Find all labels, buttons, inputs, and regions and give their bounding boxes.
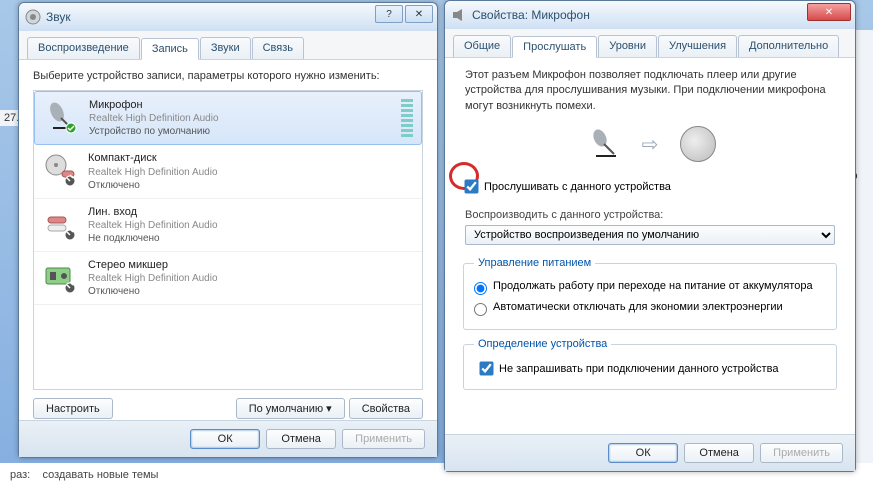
window-title: Свойства: Микрофон	[472, 8, 590, 22]
listen-diagram: ⇨	[459, 114, 841, 174]
device-driver: Realtek High Definition Audio	[89, 112, 401, 125]
power-continue-label: Продолжать работу при переходе на питани…	[493, 280, 813, 292]
device-name: Стерео микшер	[88, 258, 414, 272]
device-cd[interactable]: Компакт-диск Realtek High Definition Aud…	[34, 145, 422, 198]
device-status: Не подключено	[88, 232, 414, 245]
linein-icon	[42, 205, 78, 241]
properties-button[interactable]: Свойства	[349, 398, 423, 419]
device-status: Отключено	[88, 179, 414, 192]
apply-button[interactable]: Применить	[760, 443, 843, 463]
soundcard-icon	[42, 258, 78, 294]
help-button[interactable]: ?	[375, 5, 403, 23]
cancel-button[interactable]: Отмена	[684, 443, 754, 463]
playback-device-select[interactable]: Устройство воспроизведения по умолчанию	[465, 225, 835, 245]
apply-button[interactable]: Применить	[342, 429, 425, 449]
bg-bottom-text: создавать новые темы	[42, 469, 158, 481]
device-linein[interactable]: Лин. вход Realtek High Definition Audio …	[34, 199, 422, 252]
microphone-icon	[43, 98, 79, 134]
tab-communications[interactable]: Связь	[252, 37, 304, 59]
jack-detection-group: Определение устройства Не запрашивать пр…	[463, 338, 837, 390]
window-mic-properties: Свойства: Микрофон ✕ Общие Прослушать Ур…	[444, 0, 856, 472]
tab-advanced[interactable]: Дополнительно	[738, 35, 839, 57]
tabs-props: Общие Прослушать Уровни Улучшения Дополн…	[445, 29, 855, 58]
detection-checkbox-label: Не запрашивать при подключении данного у…	[499, 363, 778, 375]
arrow-icon: ⇨	[642, 132, 659, 157]
device-status: Устройство по умолчанию	[89, 125, 401, 138]
tab-recording[interactable]: Запись	[141, 38, 199, 60]
tab-listen[interactable]: Прослушать	[512, 36, 597, 58]
recording-instruction: Выберите устройство записи, параметры ко…	[33, 70, 423, 82]
tab-general[interactable]: Общие	[453, 35, 511, 57]
cd-icon	[42, 151, 78, 187]
device-driver: Realtek High Definition Audio	[88, 272, 414, 285]
device-microphone[interactable]: Микрофон Realtek High Definition Audio У…	[34, 91, 422, 145]
ok-button[interactable]: ОК	[608, 443, 678, 463]
speaker-device-icon	[680, 126, 716, 162]
speaker-icon	[451, 7, 467, 23]
close-button[interactable]: ✕	[807, 3, 851, 21]
tab-levels[interactable]: Уровни	[598, 35, 657, 57]
tab-playback[interactable]: Воспроизведение	[27, 37, 140, 59]
level-meter	[401, 98, 413, 138]
detection-legend: Определение устройства	[474, 338, 611, 350]
listen-checkbox[interactable]	[464, 180, 478, 194]
titlebar-sound[interactable]: Звук ? ✕	[19, 3, 437, 31]
device-list[interactable]: Микрофон Realtek High Definition Audio У…	[33, 90, 423, 390]
device-name: Компакт-диск	[88, 151, 414, 165]
power-management-group: Управление питанием Продолжать работу пр…	[463, 257, 837, 330]
detection-checkbox[interactable]	[479, 362, 493, 376]
device-driver: Realtek High Definition Audio	[88, 166, 414, 179]
ok-button[interactable]: ОК	[190, 429, 260, 449]
power-continue-radio[interactable]	[474, 282, 487, 295]
playback-through-label: Воспроизводить с данного устройства:	[459, 205, 841, 223]
listen-checkbox-row: Прослушивать с данного устройства	[459, 176, 841, 197]
tab-enhancements[interactable]: Улучшения	[658, 35, 737, 57]
set-default-button[interactable]: По умолчанию ▾	[236, 398, 345, 419]
window-title: Звук	[46, 10, 71, 24]
close-button[interactable]: ✕	[405, 5, 433, 23]
bg-raz: раз:	[10, 469, 30, 481]
power-legend: Управление питанием	[474, 257, 595, 269]
power-auto-radio[interactable]	[474, 303, 487, 316]
microphone-icon	[584, 126, 620, 162]
configure-button[interactable]: Настроить	[33, 398, 113, 419]
device-stereomix[interactable]: Стерео микшер Realtek High Definition Au…	[34, 252, 422, 305]
device-name: Микрофон	[89, 98, 401, 112]
device-driver: Realtek High Definition Audio	[88, 219, 414, 232]
listen-description: Этот разъем Микрофон позволяет подключат…	[459, 68, 841, 114]
power-auto-label: Автоматически отключать для экономии эле…	[493, 301, 783, 313]
sound-icon	[25, 9, 41, 25]
dialog-footer: ОК Отмена Применить	[445, 434, 855, 471]
tab-sounds[interactable]: Звуки	[200, 37, 251, 59]
titlebar-props[interactable]: Свойства: Микрофон ✕	[445, 1, 855, 29]
tabs-sound: Воспроизведение Запись Звуки Связь	[19, 31, 437, 60]
device-name: Лин. вход	[88, 205, 414, 219]
listen-checkbox-label: Прослушивать с данного устройства	[484, 181, 671, 193]
device-status: Отключено	[88, 285, 414, 298]
dialog-footer: ОК Отмена Применить	[19, 420, 437, 457]
window-sound: Звук ? ✕ Воспроизведение Запись Звуки Св…	[18, 2, 438, 458]
cancel-button[interactable]: Отмена	[266, 429, 336, 449]
